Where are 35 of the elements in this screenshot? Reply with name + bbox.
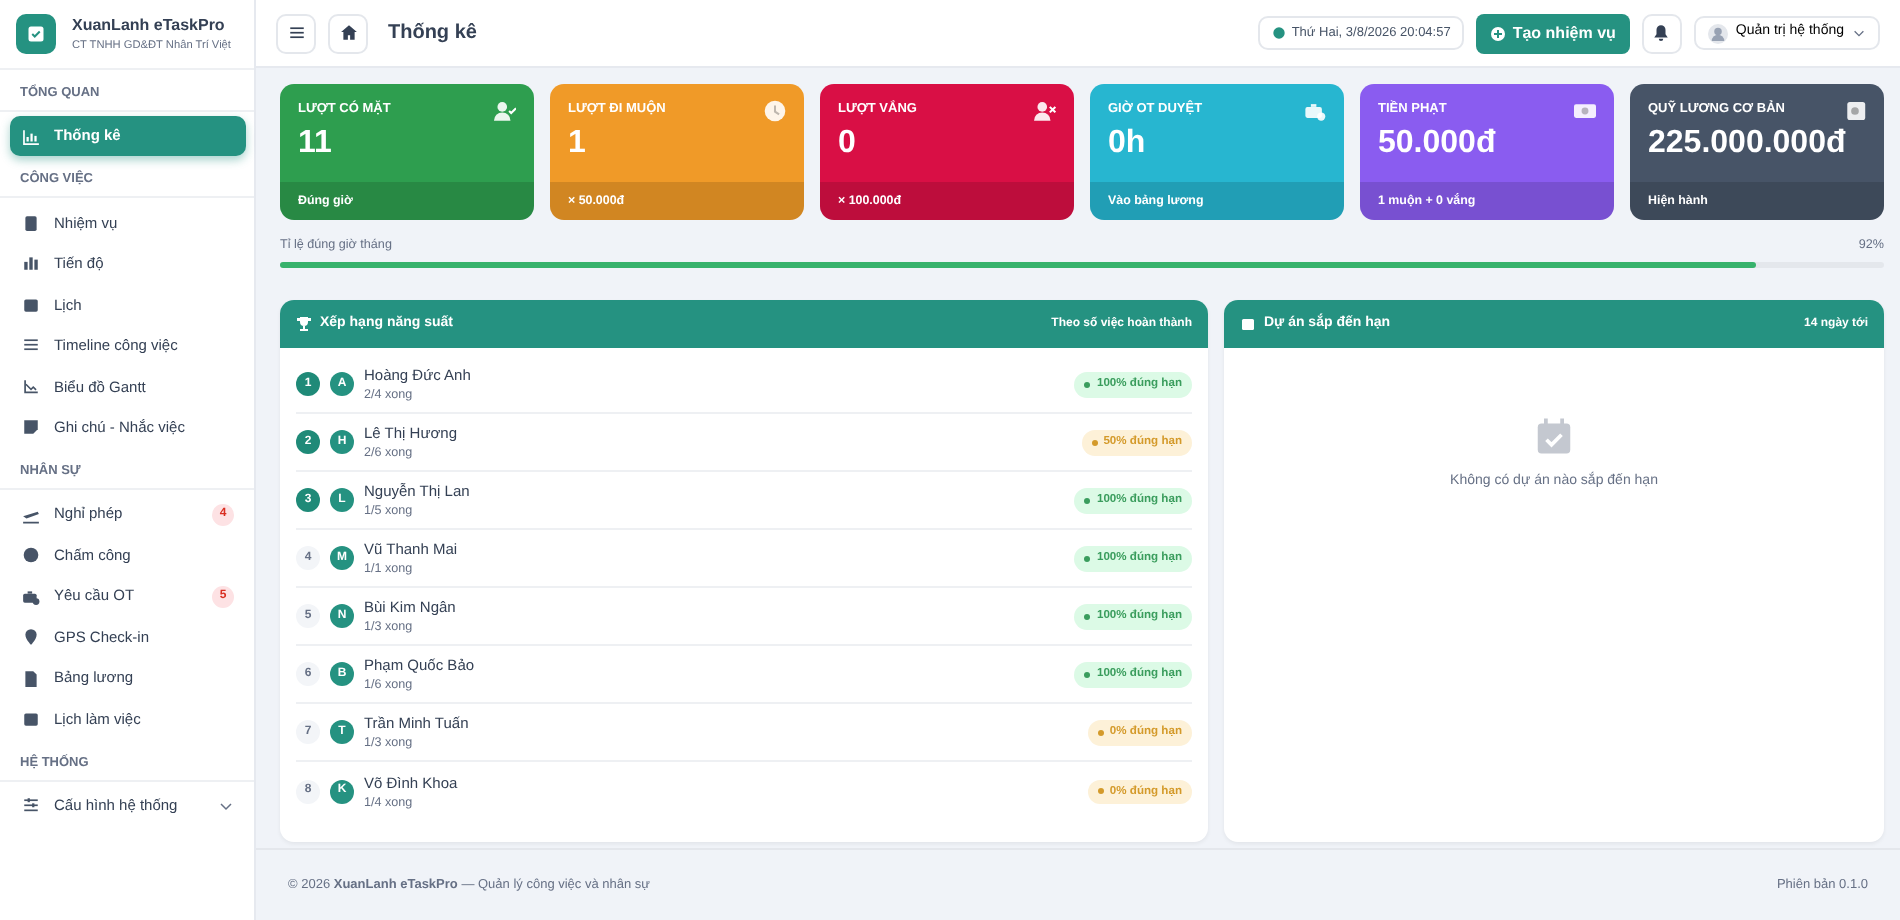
stat-value: 50.000đ: [1378, 123, 1496, 162]
user-x-icon: [1034, 100, 1056, 122]
avatar-icon: [1707, 23, 1728, 43]
user-check-icon: [494, 100, 516, 122]
menu-button[interactable]: [276, 13, 316, 53]
home-button[interactable]: [328, 13, 368, 53]
sliders-icon: [22, 796, 40, 815]
map-pin-icon: [22, 628, 40, 646]
menu-icon: [287, 24, 305, 42]
stat-value: 225.000.000đ: [1648, 123, 1846, 162]
line-chart-icon: [22, 377, 40, 396]
trophy-icon: [296, 316, 312, 333]
bar-chart-icon: [22, 254, 40, 273]
notification-button[interactable]: [1641, 13, 1682, 53]
banknote-icon: [1574, 100, 1596, 122]
lines-icon: [22, 336, 40, 355]
briefcase-icon: [1304, 100, 1326, 122]
document-icon: [22, 669, 40, 687]
briefcase-icon: [22, 587, 40, 605]
stat-value: 0: [838, 123, 858, 162]
bar-chart-icon: [22, 127, 40, 145]
safe-icon: [1845, 100, 1866, 122]
home-icon: [339, 24, 357, 42]
create-task-button[interactable]: Tạo nhiệm vụ: [1476, 13, 1630, 53]
stat-value: 11: [298, 123, 334, 162]
note-icon: [22, 418, 40, 437]
stat-value: 0h: [1108, 123, 1148, 162]
page-title: Thống kê: [388, 20, 477, 48]
stat-value: 1: [568, 123, 588, 162]
plus-circle-icon: [1490, 25, 1507, 41]
chevron-down-icon: [1852, 26, 1866, 40]
brand-name: XuanLanh eTaskPro: [72, 13, 227, 38]
check-icon: [26, 24, 46, 44]
calendar-check-icon: [1534, 416, 1574, 457]
bell-icon: [1652, 24, 1671, 42]
